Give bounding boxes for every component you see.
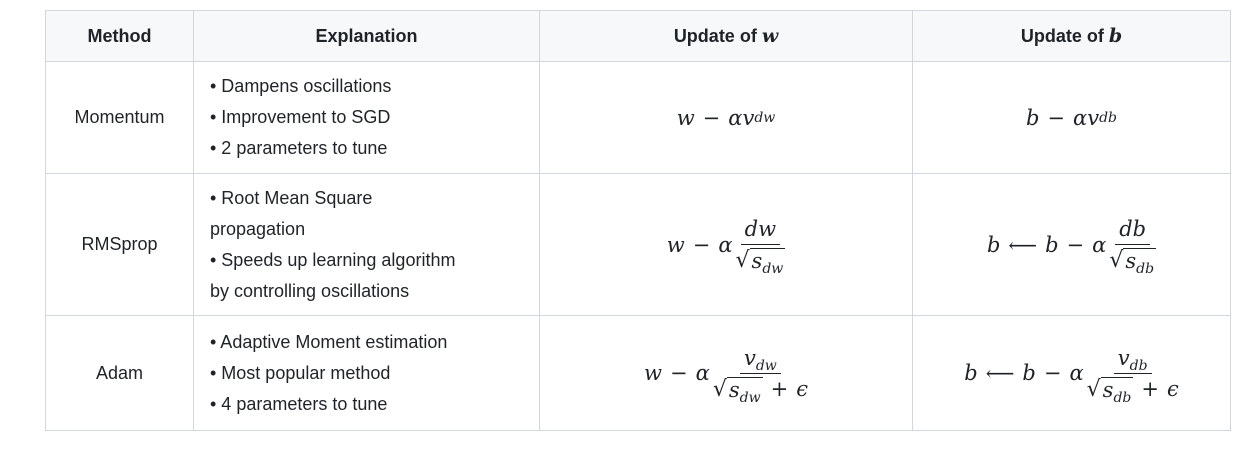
update-w-formula: w − α v dw [676,105,776,130]
explanation-cell: • Adaptive Moment estimation • Most popu… [193,315,540,431]
update-b-cell: b ⟵ b − α vdb √ sdb + ϵ [912,315,1231,431]
explanation-line: propagation [210,218,306,239]
update-b-cell: b ⟵ b − α db √ sdb [912,173,1231,316]
method-cell: Adam [45,315,194,431]
update-w-formula: w − α vdw √ sdw + ϵ [644,345,808,406]
table-row: Adam • Adaptive Moment estimation • Most… [45,315,1231,431]
explanation-line: • Improvement to SGD [210,107,391,127]
explanation-line: • Root Mean Square [210,187,373,208]
explanation-line: • Dampens oscillations [210,76,392,96]
update-w-formula: w − α dw √ sdw [666,217,786,277]
header-explanation: Explanation [193,10,540,62]
method-cell: Momentum [45,61,194,174]
update-w-cell: w − α v dw [539,61,913,174]
optimizer-comparison-table: Method Explanation Update of w Update of… [45,10,1231,431]
header-update-w: Update of w [539,10,913,62]
method-cell: RMSprop [45,173,194,316]
explanation-cell: • Root Mean Square propagation • Speeds … [193,173,540,316]
header-update-w-label: Update of [673,26,757,46]
explanation-line: • Most popular method [210,362,391,383]
explanation-line: • Speeds up learning algorithm [210,249,456,270]
update-b-formula: b ⟵ b − α vdb √ sdb + ϵ [964,345,1179,406]
table-row: RMSprop • Root Mean Square propagation •… [45,173,1231,316]
header-row: Method Explanation Update of w Update of… [45,10,1231,62]
explanation-line: • Adaptive Moment estimation [210,331,448,352]
explanation-line: • 2 parameters to tune [210,138,388,158]
header-update-b: Update of b [912,10,1231,62]
table-row: Momentum • Dampens oscillations • Improv… [45,61,1231,174]
header-update-b-label: Update of [1020,26,1104,46]
update-w-cell: w − α vdw √ sdw + ϵ [539,315,913,431]
explanation-line: • 4 parameters to tune [210,393,388,414]
header-method: Method [45,10,194,62]
header-update-w-var: w [761,25,779,47]
explanation-cell: • Dampens oscillations • Improvement to … [193,61,540,174]
update-w-cell: w − α dw √ sdw [539,173,913,316]
table-header: Method Explanation Update of w Update of… [45,10,1231,62]
update-b-cell: b − α v db [912,61,1231,174]
header-update-b-var: b [1108,25,1123,47]
update-b-formula: b ⟵ b − α db √ sdb [986,217,1157,277]
update-b-formula: b − α v db [1025,105,1118,130]
explanation-line: by controlling oscillations [210,280,410,301]
